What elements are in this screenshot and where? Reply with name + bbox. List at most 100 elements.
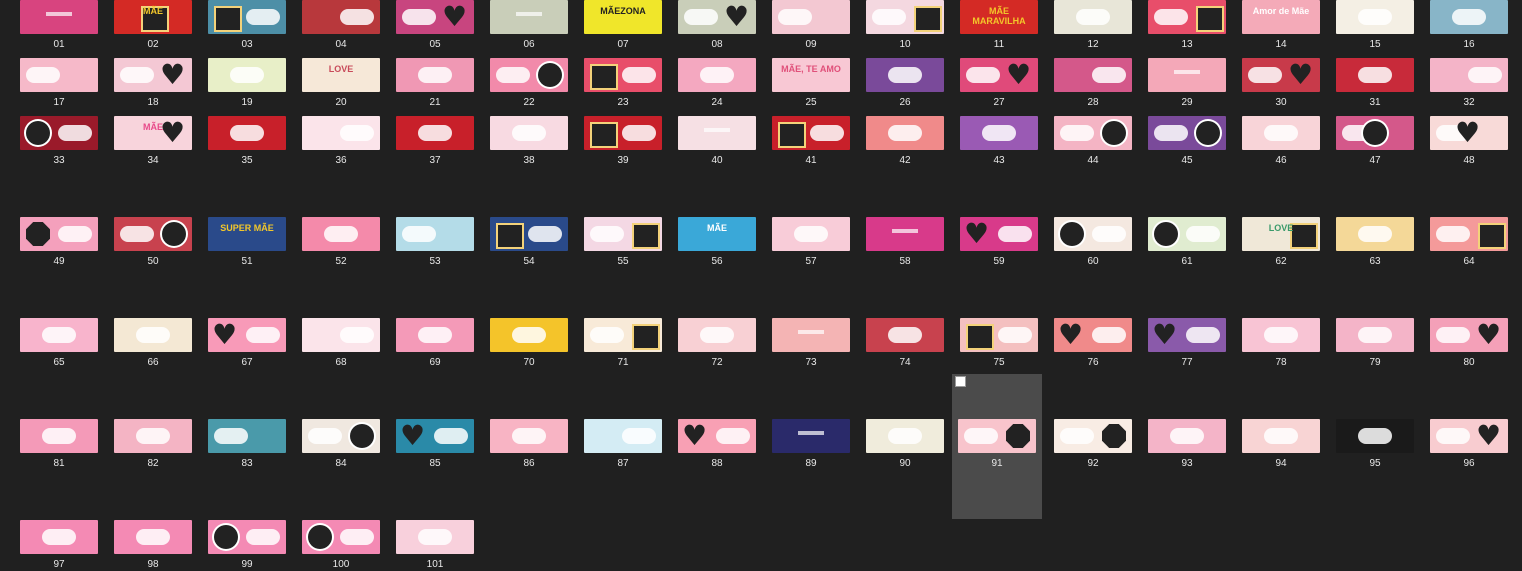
file-thumbnail-item[interactable]: ♥ 96 <box>1424 419 1514 470</box>
file-thumbnail-item[interactable]: 89 <box>766 419 856 470</box>
file-thumbnail-item[interactable]: 54 <box>484 217 574 268</box>
file-thumbnail-item[interactable]: 23 <box>578 58 668 109</box>
file-thumbnail-item[interactable]: 79 <box>1330 318 1420 369</box>
file-thumbnail-item[interactable]: 100 <box>296 520 386 571</box>
file-thumbnail-item[interactable]: 84 <box>296 419 386 470</box>
file-thumbnail-item[interactable]: 60 <box>1048 217 1138 268</box>
file-thumbnail-item[interactable]: 35 <box>202 116 292 167</box>
file-thumbnail-item[interactable]: 57 <box>766 217 856 268</box>
file-thumbnail-item[interactable]: ♥ 08 <box>672 0 762 51</box>
file-thumbnail-item[interactable]: 94 <box>1236 419 1326 470</box>
file-thumbnail-item[interactable]: 86 <box>484 419 574 470</box>
file-thumbnail-item[interactable]: 33 <box>14 116 104 167</box>
file-thumbnail-item[interactable]: 10 <box>860 0 950 51</box>
file-thumbnail-item[interactable]: 43 <box>954 116 1044 167</box>
file-thumbnail-item[interactable]: 93 <box>1142 419 1232 470</box>
file-thumbnail-item[interactable]: ♥ 48 <box>1424 116 1514 167</box>
file-thumbnail-item[interactable]: 31 <box>1330 58 1420 109</box>
file-thumbnail-item[interactable]: 04 <box>296 0 386 51</box>
file-thumbnail-item[interactable]: 47 <box>1330 116 1420 167</box>
file-thumbnail-item[interactable]: 36 <box>296 116 386 167</box>
file-thumbnail-item[interactable]: 64 <box>1424 217 1514 268</box>
file-thumbnail-item[interactable]: ♥ 18 <box>108 58 198 109</box>
file-thumbnail-item[interactable]: 92 <box>1048 419 1138 470</box>
file-thumbnail-item[interactable]: 37 <box>390 116 480 167</box>
file-thumbnail-item[interactable]: 82 <box>108 419 198 470</box>
file-thumbnail-item[interactable]: 66 <box>108 318 198 369</box>
file-thumbnail-item[interactable]: 41 <box>766 116 856 167</box>
file-thumbnail-item[interactable]: 29 <box>1142 58 1232 109</box>
file-thumbnail-item[interactable]: 95 <box>1330 419 1420 470</box>
file-thumbnail-item[interactable]: 63 <box>1330 217 1420 268</box>
file-thumbnail-item[interactable]: 49 <box>14 217 104 268</box>
file-thumbnail-item[interactable]: MÃE, TE AMO 25 <box>766 58 856 109</box>
file-thumbnail-item[interactable]: ♥ MÃE 34 <box>108 116 198 167</box>
file-thumbnail-item[interactable]: 26 <box>860 58 950 109</box>
file-thumbnail-item[interactable]: 53 <box>390 217 480 268</box>
file-thumbnail-item[interactable]: 19 <box>202 58 292 109</box>
file-thumbnail-item[interactable]: 78 <box>1236 318 1326 369</box>
file-thumbnail-item[interactable]: 65 <box>14 318 104 369</box>
file-thumbnail-item[interactable]: LOVE 62 <box>1236 217 1326 268</box>
file-thumbnail-item[interactable]: ♥ 88 <box>672 419 762 470</box>
file-thumbnail-item[interactable]: Amor de Mãe 14 <box>1236 0 1326 51</box>
file-thumbnail-item[interactable]: MÃE 02 <box>108 0 198 51</box>
file-thumbnail-item[interactable]: 71 <box>578 318 668 369</box>
file-thumbnail-item[interactable]: 90 <box>860 419 950 470</box>
file-thumbnail-item[interactable]: 09 <box>766 0 856 51</box>
file-thumbnail-item[interactable]: ♥ 30 <box>1236 58 1326 109</box>
file-thumbnail-item[interactable]: 06 <box>484 0 574 51</box>
file-thumbnail-item[interactable]: 74 <box>860 318 950 369</box>
file-thumbnail-item[interactable]: ♥ 05 <box>390 0 480 51</box>
file-thumbnail-item[interactable]: 83 <box>202 419 292 470</box>
file-thumbnail-item[interactable]: 55 <box>578 217 668 268</box>
file-thumbnail-item[interactable]: 42 <box>860 116 950 167</box>
file-thumbnail-item[interactable]: 61 <box>1142 217 1232 268</box>
file-thumbnail-item[interactable]: 87 <box>578 419 668 470</box>
file-thumbnail-item[interactable]: ♥ 80 <box>1424 318 1514 369</box>
file-thumbnail-item[interactable]: 12 <box>1048 0 1138 51</box>
file-thumbnail-item[interactable]: 52 <box>296 217 386 268</box>
file-thumbnail-item[interactable]: 21 <box>390 58 480 109</box>
file-thumbnail-item[interactable]: 98 <box>108 520 198 571</box>
file-thumbnail-item[interactable]: 70 <box>484 318 574 369</box>
file-thumbnail-item[interactable]: 24 <box>672 58 762 109</box>
file-thumbnail-item[interactable]: 72 <box>672 318 762 369</box>
file-thumbnail-item[interactable]: 01 <box>14 0 104 51</box>
file-thumbnail-item[interactable]: 91 <box>952 374 1042 519</box>
file-thumbnail-item[interactable]: 17 <box>14 58 104 109</box>
file-thumbnail-item[interactable]: 97 <box>14 520 104 571</box>
file-thumbnail-item[interactable]: 03 <box>202 0 292 51</box>
file-thumbnail-item[interactable]: ♥ 85 <box>390 419 480 470</box>
file-thumbnail-item[interactable]: 58 <box>860 217 950 268</box>
file-thumbnail-item[interactable]: SUPER MÃE 51 <box>202 217 292 268</box>
file-thumbnail-item[interactable]: 68 <box>296 318 386 369</box>
file-thumbnail-item[interactable]: MÃEZONA 07 <box>578 0 668 51</box>
file-thumbnail-item[interactable]: 73 <box>766 318 856 369</box>
file-thumbnail-item[interactable]: ♥ 59 <box>954 217 1044 268</box>
file-thumbnail-item[interactable]: 44 <box>1048 116 1138 167</box>
file-thumbnail-item[interactable]: MÃE MARAVILHA 11 <box>954 0 1044 51</box>
file-thumbnail-item[interactable]: 46 <box>1236 116 1326 167</box>
file-thumbnail-item[interactable]: 16 <box>1424 0 1514 51</box>
file-thumbnail-item[interactable]: ♥ 27 <box>954 58 1044 109</box>
file-thumbnail-item[interactable]: MÃE 56 <box>672 217 762 268</box>
file-thumbnail-item[interactable]: 28 <box>1048 58 1138 109</box>
file-thumbnail-item[interactable]: ♥ 76 <box>1048 318 1138 369</box>
file-thumbnail-item[interactable]: 99 <box>202 520 292 571</box>
file-thumbnail-item[interactable]: 32 <box>1424 58 1514 109</box>
file-thumbnail-item[interactable]: ♥ 77 <box>1142 318 1232 369</box>
file-thumbnail-item[interactable]: 81 <box>14 419 104 470</box>
file-thumbnail-item[interactable]: 45 <box>1142 116 1232 167</box>
file-thumbnail-item[interactable]: ♥ 67 <box>202 318 292 369</box>
file-thumbnail-item[interactable]: 50 <box>108 217 198 268</box>
file-thumbnail-item[interactable]: 22 <box>484 58 574 109</box>
file-thumbnail-item[interactable]: 40 <box>672 116 762 167</box>
file-thumbnail-item[interactable]: 69 <box>390 318 480 369</box>
file-thumbnail-item[interactable]: LOVE 20 <box>296 58 386 109</box>
file-thumbnail-item[interactable]: 75 <box>954 318 1044 369</box>
file-thumbnail-item[interactable]: 13 <box>1142 0 1232 51</box>
selection-checkbox[interactable] <box>955 376 966 387</box>
file-thumbnail-item[interactable]: 38 <box>484 116 574 167</box>
file-thumbnail-item[interactable]: 15 <box>1330 0 1420 51</box>
